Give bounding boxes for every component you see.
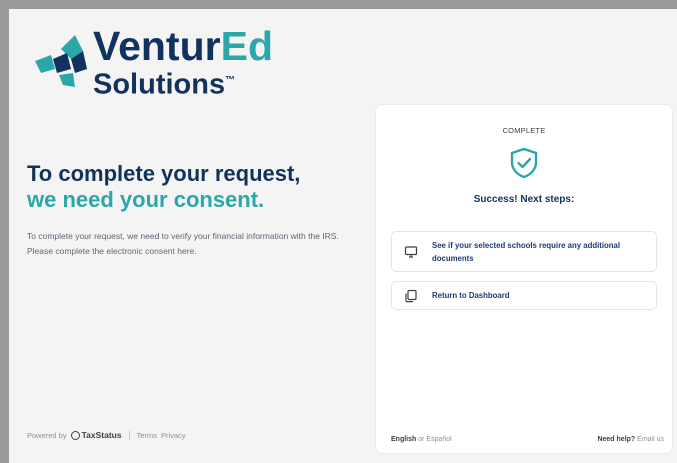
- language-or: or: [418, 436, 425, 443]
- card-title: Success! Next steps:: [473, 194, 575, 205]
- consent-status-card: COMPLETE Success! Next steps: See if you…: [376, 105, 672, 453]
- copy-icon: [405, 289, 417, 302]
- logo-wordmark: VenturEd: [93, 23, 273, 69]
- logo-word-ventur: Ventur: [93, 23, 221, 69]
- powered-by-label: Powered by: [27, 430, 67, 440]
- trademark-symbol: ™: [225, 75, 236, 86]
- language-switcher: English or Español: [391, 436, 452, 443]
- intro-text: To complete your request, we need to ver…: [27, 231, 339, 256]
- check-school-documents-button[interactable]: See if your selected schools require any…: [391, 231, 657, 272]
- headline-line-1: To complete your request,: [27, 161, 301, 186]
- taxstatus-logo: TaxStatus: [70, 430, 122, 440]
- logo-word-ed: Ed: [220, 23, 273, 69]
- headline-line-2: we need your consent.: [27, 187, 265, 212]
- monitor-icon: [404, 245, 418, 258]
- terms-link[interactable]: Terms: [137, 431, 157, 440]
- shield-check-icon: [510, 147, 538, 179]
- consent-page: VenturEd Solutions™ To complete your req…: [9, 9, 677, 463]
- logo-word-solutions: Solutions: [93, 68, 226, 101]
- email-us-link[interactable]: Email us: [637, 436, 664, 443]
- powered-by-footer: Powered by TaxStatus Terms Privacy: [27, 430, 186, 440]
- brand-mark-icon: [35, 35, 87, 87]
- status-label: COMPLETE: [502, 126, 546, 135]
- venturEd-logo: VenturEd Solutions™: [31, 21, 311, 101]
- action-label: Return to Dashboard: [432, 291, 510, 300]
- logo-subtitle: Solutions™: [93, 65, 235, 101]
- return-to-dashboard-button[interactable]: Return to Dashboard: [391, 281, 657, 310]
- footer-divider: [128, 430, 130, 440]
- taxstatus-icon: [70, 430, 80, 440]
- action-label: See if your selected schools require any…: [432, 240, 621, 263]
- language-spanish[interactable]: Español: [426, 436, 451, 443]
- window-frame: VenturEd Solutions™ To complete your req…: [0, 0, 677, 463]
- taxstatus-name: TaxStatus: [81, 430, 122, 440]
- need-help-label: Need help?: [597, 436, 636, 443]
- help-links: Need help? Email us: [597, 436, 664, 443]
- privacy-link[interactable]: Privacy: [161, 431, 186, 440]
- language-english[interactable]: English: [391, 436, 416, 443]
- page-headline: To complete your request, we need your c…: [27, 161, 367, 213]
